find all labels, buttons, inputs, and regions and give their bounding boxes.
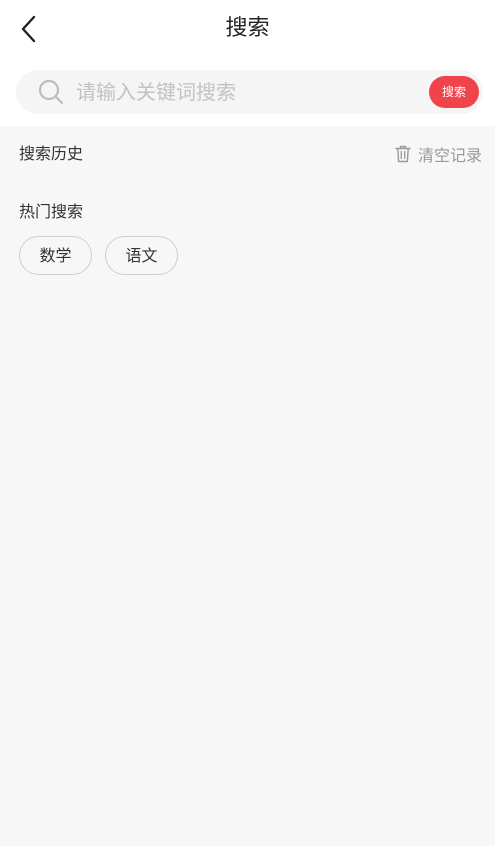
trash-icon bbox=[395, 145, 411, 163]
hot-search-tags: 数学 语文 bbox=[19, 236, 178, 275]
search-bar: 搜索 bbox=[0, 58, 495, 126]
page-title: 搜索 bbox=[225, 16, 270, 41]
search-icon bbox=[38, 79, 64, 105]
search-input[interactable] bbox=[76, 75, 421, 109]
hot-search-tag[interactable]: 数学 bbox=[19, 236, 92, 275]
top-bar: 搜索 bbox=[0, 0, 495, 58]
clear-history-label: 清空记录 bbox=[417, 146, 482, 165]
search-button[interactable]: 搜索 bbox=[429, 76, 479, 108]
history-section-title: 搜索历史 bbox=[19, 144, 84, 163]
search-box: 搜索 bbox=[16, 70, 483, 114]
hot-search-section-title: 热门搜索 bbox=[19, 202, 84, 221]
clear-history-button[interactable]: 清空记录 bbox=[395, 142, 482, 166]
hot-search-tag[interactable]: 语文 bbox=[105, 236, 178, 275]
